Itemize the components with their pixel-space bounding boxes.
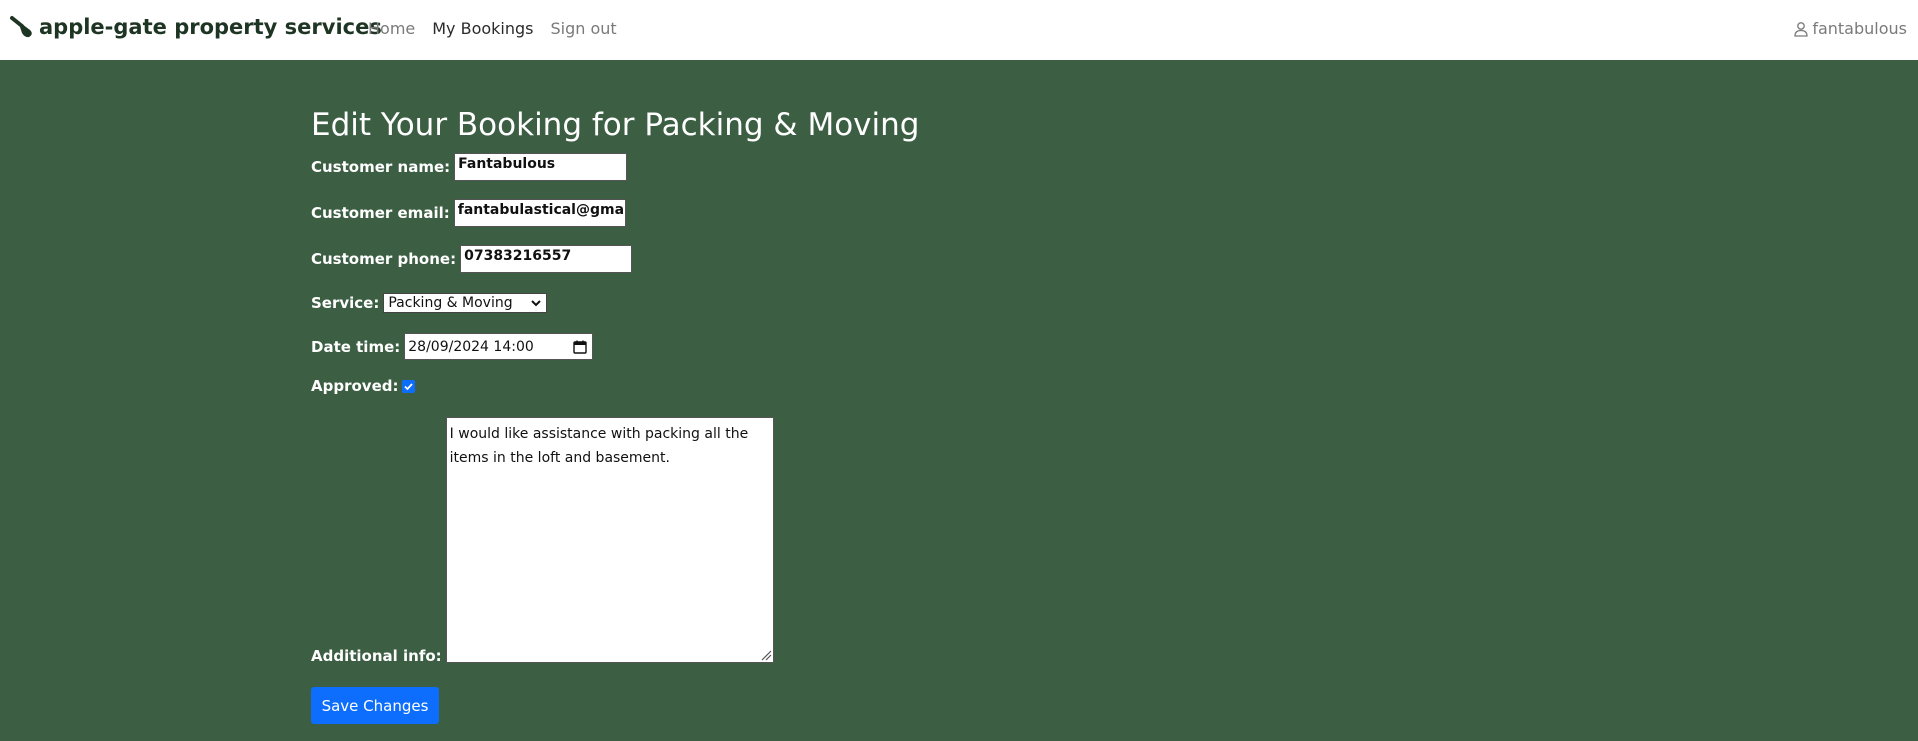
date-time-row: Date time: 28/09/2024 14:00 bbox=[311, 333, 594, 360]
customer-email-input[interactable]: fantabulastical@gmail bbox=[453, 199, 626, 227]
nav-link-sign-out[interactable]: Sign out bbox=[551, 19, 617, 38]
date-time-label: Date time: bbox=[311, 337, 401, 356]
customer-phone-label: Customer phone: bbox=[311, 250, 457, 268]
customer-name-label: Customer name: bbox=[311, 158, 451, 176]
brand-link[interactable]: apple-gate property services bbox=[10, 14, 382, 40]
customer-email-label: Customer email: bbox=[311, 204, 450, 222]
approved-row: Approved: bbox=[311, 377, 416, 395]
customer-phone-input[interactable]: 07383216557 bbox=[460, 245, 633, 273]
nav-links: Home My Bookings Sign out bbox=[368, 19, 634, 38]
service-selected-value: Packing & Moving bbox=[388, 295, 513, 311]
brand-name: apple-gate property services bbox=[39, 15, 382, 39]
additional-info-row: Additional info: I would like assistance… bbox=[311, 417, 774, 665]
approved-checkbox[interactable] bbox=[402, 379, 416, 393]
date-time-input[interactable]: 28/09/2024 14:00 bbox=[404, 333, 594, 360]
edit-booking-form: Edit Your Booking for Packing & Moving C… bbox=[311, 100, 920, 724]
person-icon bbox=[1794, 21, 1808, 37]
calendar-icon[interactable] bbox=[573, 340, 587, 354]
user-menu[interactable]: fantabulous bbox=[1793, 19, 1907, 38]
customer-email-row: Customer email: fantabulastical@gmail bbox=[311, 199, 626, 227]
service-row: Service: Packing & Moving bbox=[311, 293, 548, 313]
nav-link-home[interactable]: Home bbox=[368, 19, 415, 38]
navbar: apple-gate property services Home My Boo… bbox=[0, 0, 1918, 60]
customer-name-row: Customer name: Fantabulous bbox=[311, 153, 628, 181]
nav-link-my-bookings[interactable]: My Bookings bbox=[432, 19, 533, 38]
service-label: Service: bbox=[311, 294, 380, 312]
additional-info-text: I would like assistance with packing all… bbox=[449, 426, 749, 466]
approved-label: Approved: bbox=[311, 377, 399, 395]
additional-info-label: Additional info: bbox=[311, 647, 442, 665]
paintbrush-icon bbox=[10, 16, 32, 38]
service-select[interactable]: Packing & Moving bbox=[383, 293, 548, 313]
customer-phone-row: Customer phone: 07383216557 bbox=[311, 245, 633, 273]
page-title: Edit Your Booking for Packing & Moving bbox=[311, 107, 920, 143]
additional-info-textarea[interactable]: I would like assistance with packing all… bbox=[445, 417, 774, 663]
username: fantabulous bbox=[1812, 19, 1907, 38]
check-icon bbox=[404, 382, 414, 390]
resize-grip-icon[interactable] bbox=[760, 649, 772, 661]
chevron-down-icon bbox=[531, 300, 542, 307]
customer-name-input[interactable]: Fantabulous bbox=[454, 153, 628, 181]
date-time-value: 28/09/2024 14:00 bbox=[408, 338, 534, 355]
save-changes-button[interactable]: Save Changes bbox=[311, 687, 439, 724]
